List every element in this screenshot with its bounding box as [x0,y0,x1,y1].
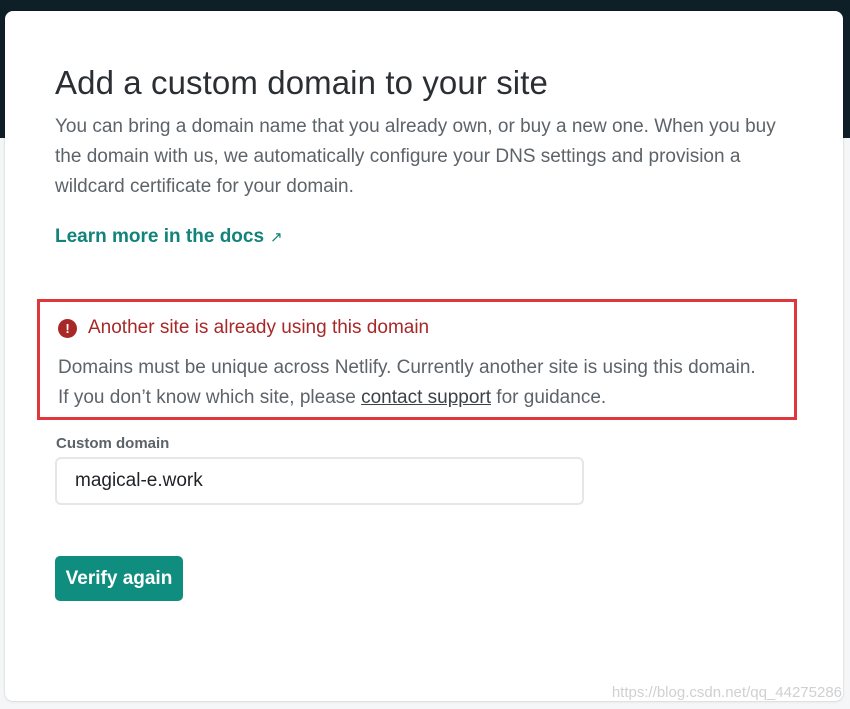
contact-support-link[interactable]: contact support [361,387,491,408]
external-link-arrow-icon: ↗ [270,229,283,246]
error-message-after-link: for guidance. [491,387,607,408]
error-message-line1: Domains must be unique across Netlify. C… [58,357,756,378]
docs-link-label: Learn more in the docs [55,226,265,247]
watermark-text: https://blog.csdn.net/qq_44275286 [611,684,842,701]
error-message: Domains must be unique across Netlify. C… [58,353,798,413]
page-description: You can bring a domain name that you alr… [55,116,776,197]
learn-more-docs-link[interactable]: Learn more in the docs ↗ [55,223,283,252]
add-domain-card: Add a custom domain to your site You can… [5,11,843,701]
exclamation-circle-icon: ! [58,318,77,338]
domain-error-alert: ! Another site is already using this dom… [37,299,797,420]
error-header: ! Another site is already using this dom… [58,314,429,342]
verify-again-button[interactable]: Verify again [55,556,183,601]
error-message-before-link: If you don’t know which site, please [58,387,362,408]
page-title: Add a custom domain to your site [55,64,548,101]
error-title: Another site is already using this domai… [88,317,430,338]
custom-domain-label: Custom domain [56,435,170,452]
custom-domain-input[interactable] [55,457,584,505]
